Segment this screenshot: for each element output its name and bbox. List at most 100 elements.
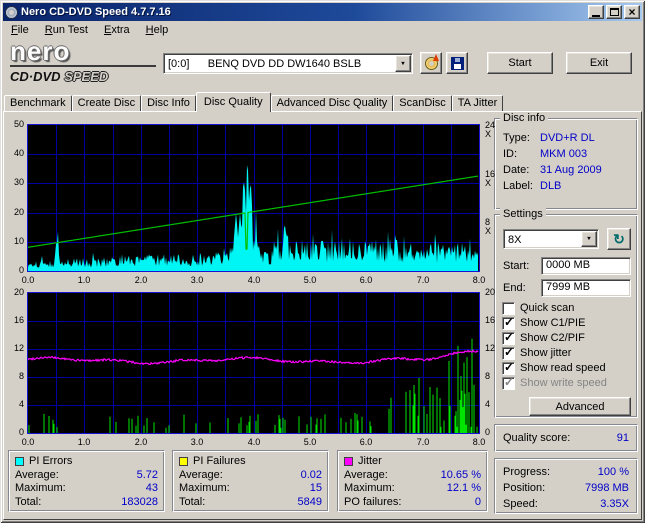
tab-ta-jitter[interactable]: TA Jitter bbox=[451, 95, 504, 111]
tab-create-disc[interactable]: Create Disc bbox=[71, 95, 142, 111]
window-controls: × bbox=[588, 5, 640, 19]
progress-label: Progress: bbox=[503, 466, 551, 478]
drive-select[interactable]: [0:0] BENQ DVD DD DW1640 BSLB ▼ bbox=[163, 53, 413, 74]
stat-value: 43 bbox=[145, 482, 158, 494]
checkbox-box[interactable] bbox=[502, 330, 515, 345]
checkbox-box[interactable] bbox=[502, 345, 515, 360]
quality-score-panel: Quality score: 91 bbox=[494, 424, 638, 452]
tab-advanced-disc-quality[interactable]: Advanced Disc Quality bbox=[270, 95, 394, 111]
refresh-button[interactable]: ↻ bbox=[607, 228, 631, 250]
disc-info-group: Disc info Type: DVD+R DL ID: MKM 003 Date:… bbox=[494, 112, 638, 210]
start-position-label: Start: bbox=[503, 260, 530, 272]
save-button[interactable] bbox=[446, 52, 468, 74]
stat-label: PO failures: bbox=[344, 496, 402, 508]
axis-tick-label: 6.0 bbox=[359, 275, 373, 285]
menu-help[interactable]: Help bbox=[138, 22, 177, 38]
axis-tick-label: 10 bbox=[13, 236, 24, 246]
axis-tick-label: 8 bbox=[18, 371, 24, 381]
scan-speed-value: 8X bbox=[508, 234, 522, 246]
maximize-button[interactable] bbox=[606, 5, 622, 19]
maximize-icon bbox=[609, 8, 619, 16]
axis-tick-label: 20 bbox=[13, 287, 24, 297]
checkbox-box[interactable] bbox=[502, 315, 515, 330]
checkbox-show-c2-pif[interactable]: Show C2/PIF bbox=[502, 330, 585, 345]
close-button[interactable]: × bbox=[624, 5, 640, 19]
axis-tick-label: 0.0 bbox=[21, 275, 35, 285]
start-button[interactable]: Start bbox=[487, 52, 553, 74]
progress-value: 100 % bbox=[597, 466, 629, 478]
tab-disc-info[interactable]: Disc Info bbox=[141, 95, 196, 111]
exit-button[interactable]: Exit bbox=[566, 52, 632, 74]
logo-cddvd-text: CD·DVD bbox=[10, 69, 61, 84]
logo-speed-text: SPEED bbox=[64, 69, 109, 84]
disc-date-value: 31 Aug 2009 bbox=[540, 164, 602, 176]
tab-strip: Benchmark Create Disc Disc Info Disc Qua… bbox=[4, 92, 504, 112]
checkbox-box[interactable] bbox=[502, 301, 515, 315]
axis-tick-label: 20 bbox=[13, 207, 24, 217]
stat-label: Maximum: bbox=[344, 482, 395, 494]
speed-label: Speed: bbox=[503, 498, 538, 510]
axis-tick-label: 4.0 bbox=[247, 437, 261, 447]
stat-label: Maximum: bbox=[179, 482, 230, 494]
stat-label: Maximum: bbox=[15, 482, 66, 494]
disc-info-label: Type: bbox=[503, 132, 530, 144]
checkbox-show-write-speed: Show write speed bbox=[502, 375, 607, 390]
pi-errors-legend-swatch bbox=[15, 456, 24, 466]
axis-tick-label: 7.0 bbox=[416, 437, 430, 447]
disc-label-value: DLB bbox=[540, 180, 562, 192]
axis-tick-label: 24 X bbox=[485, 120, 496, 139]
checkbox-quick-scan[interactable]: Quick scan bbox=[502, 301, 574, 315]
chevron-down-icon: ▼ bbox=[400, 60, 406, 67]
axis-tick-label: 50 bbox=[13, 119, 24, 129]
scan-speed-arrow-button[interactable]: ▼ bbox=[581, 231, 597, 247]
tab-benchmark[interactable]: Benchmark bbox=[4, 95, 72, 111]
axis-tick-label: 16 bbox=[485, 315, 496, 325]
axis-tick-label: 30 bbox=[13, 177, 24, 187]
checkbox-box[interactable] bbox=[502, 360, 515, 375]
pi-failures-panel: PI Failures Average: 0.02 Maximum: 15 Tota… bbox=[172, 450, 329, 512]
drive-select-arrow-button[interactable]: ▼ bbox=[395, 55, 411, 72]
disc-type-value: DVD+R DL bbox=[540, 132, 595, 144]
axis-tick-label: 1.0 bbox=[77, 275, 91, 285]
jitter-legend-swatch bbox=[344, 456, 353, 466]
stat-label: Average: bbox=[344, 469, 388, 481]
tab-scandisc[interactable]: ScanDisc bbox=[393, 95, 452, 111]
stat-label: Average: bbox=[15, 469, 59, 481]
checkbox-show-jitter[interactable]: Show jitter bbox=[502, 345, 571, 360]
title-bar[interactable]: Nero CD-DVD Speed 4.7.7.16 × bbox=[3, 3, 642, 21]
checkbox-show-read-speed[interactable]: Show read speed bbox=[502, 360, 606, 375]
quality-score-label: Quality score: bbox=[503, 432, 571, 444]
axis-tick-label: 0 bbox=[485, 427, 491, 437]
axis-tick-label: 2.0 bbox=[134, 437, 148, 447]
checkbox-show-c1-pie[interactable]: Show C1/PIE bbox=[502, 315, 585, 330]
burn-disc-button[interactable] bbox=[420, 52, 442, 74]
quality-score-value: 91 bbox=[616, 432, 629, 444]
menu-extra[interactable]: Extra bbox=[96, 22, 138, 38]
axis-tick-label: 0 bbox=[18, 265, 24, 275]
end-position-input[interactable]: 7999 MB bbox=[541, 279, 631, 297]
position-label: Position: bbox=[503, 482, 546, 494]
stat-value: 5849 bbox=[297, 496, 322, 508]
axis-tick-label: 0.0 bbox=[21, 437, 35, 447]
start-position-input[interactable]: 0000 MB bbox=[541, 257, 631, 275]
minimize-icon bbox=[592, 14, 600, 17]
stat-value: 183028 bbox=[121, 496, 158, 508]
axis-tick-label: 8.0 bbox=[472, 437, 486, 447]
nero-brand-text: nero bbox=[10, 36, 71, 66]
checkbox-box bbox=[502, 375, 515, 390]
scan-speed-select[interactable]: 8X ▼ bbox=[503, 229, 599, 249]
advanced-button[interactable]: Advanced bbox=[529, 397, 631, 416]
disc-info-label: Label: bbox=[503, 180, 533, 192]
axis-tick-label: 8.0 bbox=[472, 275, 486, 285]
tab-disc-quality[interactable]: Disc Quality bbox=[195, 92, 271, 112]
minimize-button[interactable] bbox=[588, 5, 604, 19]
axis-tick-label: 3.0 bbox=[190, 437, 204, 447]
stat-value: 0.02 bbox=[300, 469, 322, 481]
disc-info-label: Date: bbox=[503, 164, 530, 176]
axis-tick-label: 1.0 bbox=[77, 437, 91, 447]
disc-info-label: ID: bbox=[503, 148, 518, 160]
axis-tick-label: 12 bbox=[13, 343, 24, 353]
pi-failures-chart bbox=[27, 292, 480, 434]
axis-tick-label: 4 bbox=[18, 399, 24, 409]
axis-tick-label: 7.0 bbox=[416, 275, 430, 285]
